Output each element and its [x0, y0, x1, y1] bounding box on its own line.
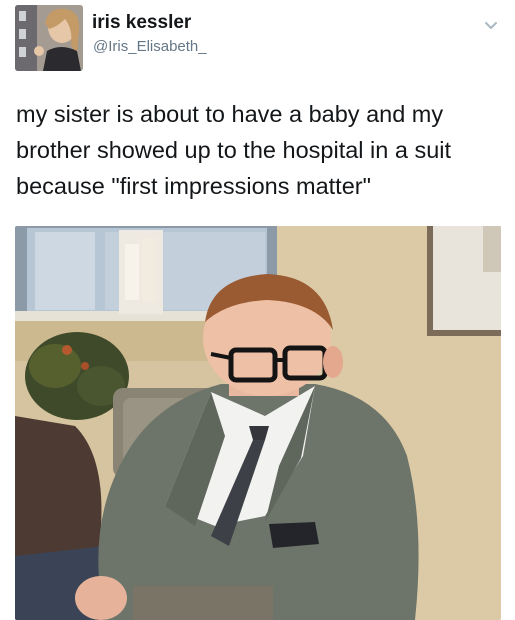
- photo: [15, 226, 501, 620]
- tweet-text: my sister is about to have a baby and my…: [16, 101, 452, 199]
- tweet-header: iris kessler @Iris_Elisabeth_: [0, 0, 515, 80]
- avatar-photo: [15, 5, 83, 71]
- user-handle[interactable]: @Iris_Elisabeth_: [93, 38, 207, 55]
- tweet-photo[interactable]: [15, 226, 501, 620]
- display-name[interactable]: iris kessler: [92, 12, 191, 34]
- avatar[interactable]: [15, 5, 83, 71]
- chevron-down-icon[interactable]: [482, 17, 500, 35]
